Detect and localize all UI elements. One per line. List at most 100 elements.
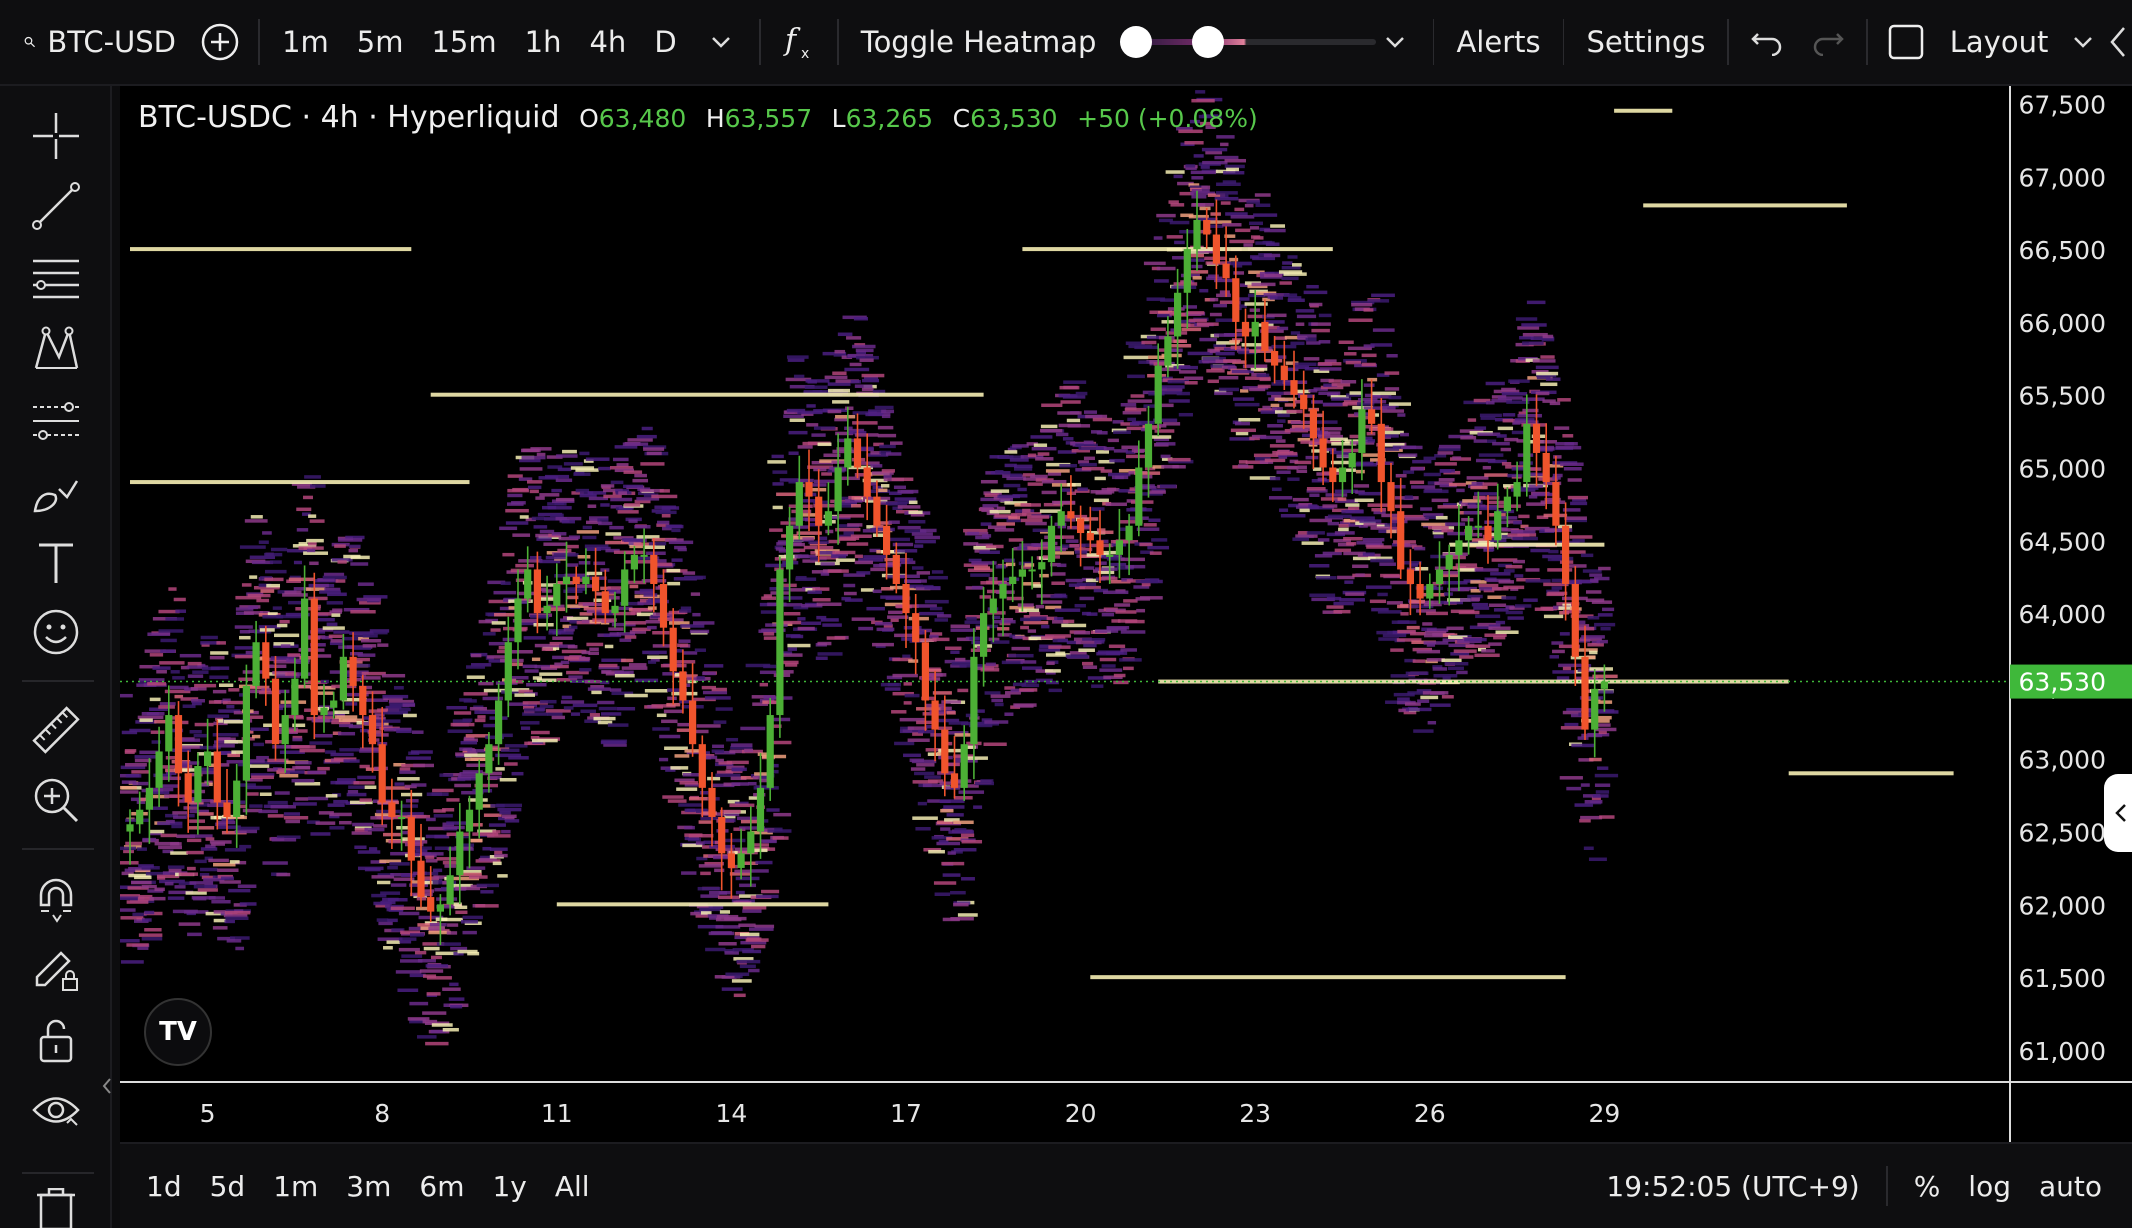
candle-body[interactable] [805, 482, 813, 497]
candle-body[interactable] [669, 627, 677, 672]
candle-body[interactable] [572, 576, 580, 584]
candle-body[interactable] [1193, 219, 1201, 250]
candle-body[interactable] [184, 773, 192, 803]
candle-body[interactable] [1426, 584, 1434, 599]
candle-body[interactable] [359, 685, 367, 716]
candle-body[interactable] [446, 875, 454, 905]
candle-body[interactable] [960, 744, 968, 788]
candle-body[interactable] [1562, 525, 1570, 584]
candle-body[interactable] [601, 591, 609, 614]
candle-body[interactable] [1368, 409, 1376, 424]
candle-body[interactable] [1115, 540, 1123, 555]
interval-1h[interactable]: 1h [511, 0, 576, 85]
candle-body[interactable] [1309, 409, 1317, 439]
candle-body[interactable] [727, 853, 735, 868]
candle-body[interactable] [1445, 554, 1453, 570]
candle-body[interactable] [1183, 249, 1191, 293]
candle-body[interactable] [1144, 423, 1153, 468]
candle-body[interactable] [543, 605, 551, 614]
candle-body[interactable] [815, 496, 823, 526]
candle-body[interactable] [407, 816, 415, 861]
candle-body[interactable] [1241, 321, 1250, 337]
interval-5m[interactable]: 5m [343, 0, 418, 85]
auto-scale-toggle[interactable]: auto [2025, 1170, 2116, 1203]
symbol-search[interactable]: BTC-USD [0, 0, 190, 85]
candle-body[interactable] [155, 751, 163, 788]
candle-body[interactable] [698, 744, 706, 788]
candle-body[interactable] [1280, 365, 1288, 381]
compare-add-button[interactable] [190, 0, 250, 85]
candle-body[interactable] [1397, 511, 1405, 570]
candle-body[interactable] [136, 809, 144, 825]
candle-body[interactable] [844, 438, 852, 468]
candle-body[interactable] [1212, 234, 1220, 264]
tradingview-logo[interactable]: TV [144, 998, 212, 1066]
slider-max-handle[interactable] [1192, 26, 1225, 58]
candle-body[interactable] [921, 642, 929, 701]
candle-body[interactable] [291, 678, 299, 716]
range-all[interactable]: All [541, 1170, 604, 1203]
range-1m[interactable]: 1m [259, 1170, 332, 1203]
candle-body[interactable] [1067, 511, 1075, 519]
candle-body[interactable] [737, 853, 745, 868]
candle-body[interactable] [1077, 518, 1085, 534]
slider-min-handle[interactable] [1120, 26, 1153, 58]
candle-body[interactable] [1125, 525, 1133, 541]
emoji-tool[interactable] [26, 602, 86, 662]
candle-body[interactable] [495, 700, 503, 745]
interval-4h[interactable]: 4h [575, 0, 640, 85]
candle-body[interactable] [233, 780, 241, 817]
horizontal-lines-tool[interactable] [26, 246, 86, 306]
redo-button[interactable] [1798, 0, 1858, 85]
candle-body[interactable] [1338, 467, 1347, 483]
candle-body[interactable] [873, 496, 881, 526]
candle-body[interactable] [989, 598, 997, 614]
left-panel-toggle[interactable] [100, 1056, 114, 1116]
candle-body[interactable] [1416, 584, 1424, 599]
candle-body[interactable] [213, 751, 221, 803]
candle-body[interactable] [659, 584, 668, 628]
candle-body[interactable] [980, 613, 988, 657]
candle-body[interactable] [204, 751, 212, 767]
candle-body[interactable] [1047, 525, 1056, 563]
trend-line-tool[interactable] [26, 176, 86, 236]
candle-body[interactable] [562, 576, 571, 584]
candle-body[interactable] [378, 744, 386, 803]
prediction-tool[interactable] [26, 390, 86, 450]
candle-body[interactable] [1377, 423, 1385, 483]
candle-body[interactable] [766, 715, 774, 788]
candle-body[interactable] [1203, 219, 1211, 235]
candle-body[interactable] [1484, 525, 1492, 541]
layout-dropdown[interactable] [2062, 0, 2103, 85]
candle-body[interactable] [339, 656, 347, 701]
magnet-tool[interactable] [26, 870, 86, 930]
brush-tool[interactable] [26, 462, 86, 522]
candle-body[interactable] [1581, 656, 1589, 730]
candle-body[interactable] [1571, 584, 1579, 657]
candle-body[interactable] [621, 569, 629, 606]
interval-15m[interactable]: 15m [417, 0, 510, 85]
candle-body[interactable] [582, 576, 590, 584]
candle-body[interactable] [514, 598, 522, 643]
candle-body[interactable] [475, 773, 483, 810]
candle-body[interactable] [1387, 482, 1395, 512]
candle-body[interactable] [824, 511, 832, 526]
interval-1m[interactable]: 1m [268, 0, 343, 85]
candle-body[interactable] [174, 715, 183, 774]
candle-body[interactable] [1154, 365, 1162, 424]
candle-body[interactable] [1494, 511, 1502, 541]
candle-body[interactable] [320, 707, 328, 716]
clock[interactable]: 19:52:05 (UTC+9) [1592, 1170, 1873, 1203]
measure-tool[interactable] [26, 700, 86, 760]
candle-body[interactable] [786, 525, 794, 570]
fullscreen-button[interactable] [1876, 0, 1936, 85]
text-tool[interactable] [26, 532, 86, 592]
candle-body[interactable] [970, 656, 978, 745]
candle-body[interactable] [145, 787, 153, 810]
candle-body[interactable] [252, 642, 260, 686]
candle-body[interactable] [1009, 576, 1017, 584]
candle-body[interactable] [795, 482, 803, 526]
candle-body[interactable] [950, 773, 959, 788]
candle-body[interactable] [1038, 562, 1046, 570]
candle-body[interactable] [1232, 278, 1240, 322]
